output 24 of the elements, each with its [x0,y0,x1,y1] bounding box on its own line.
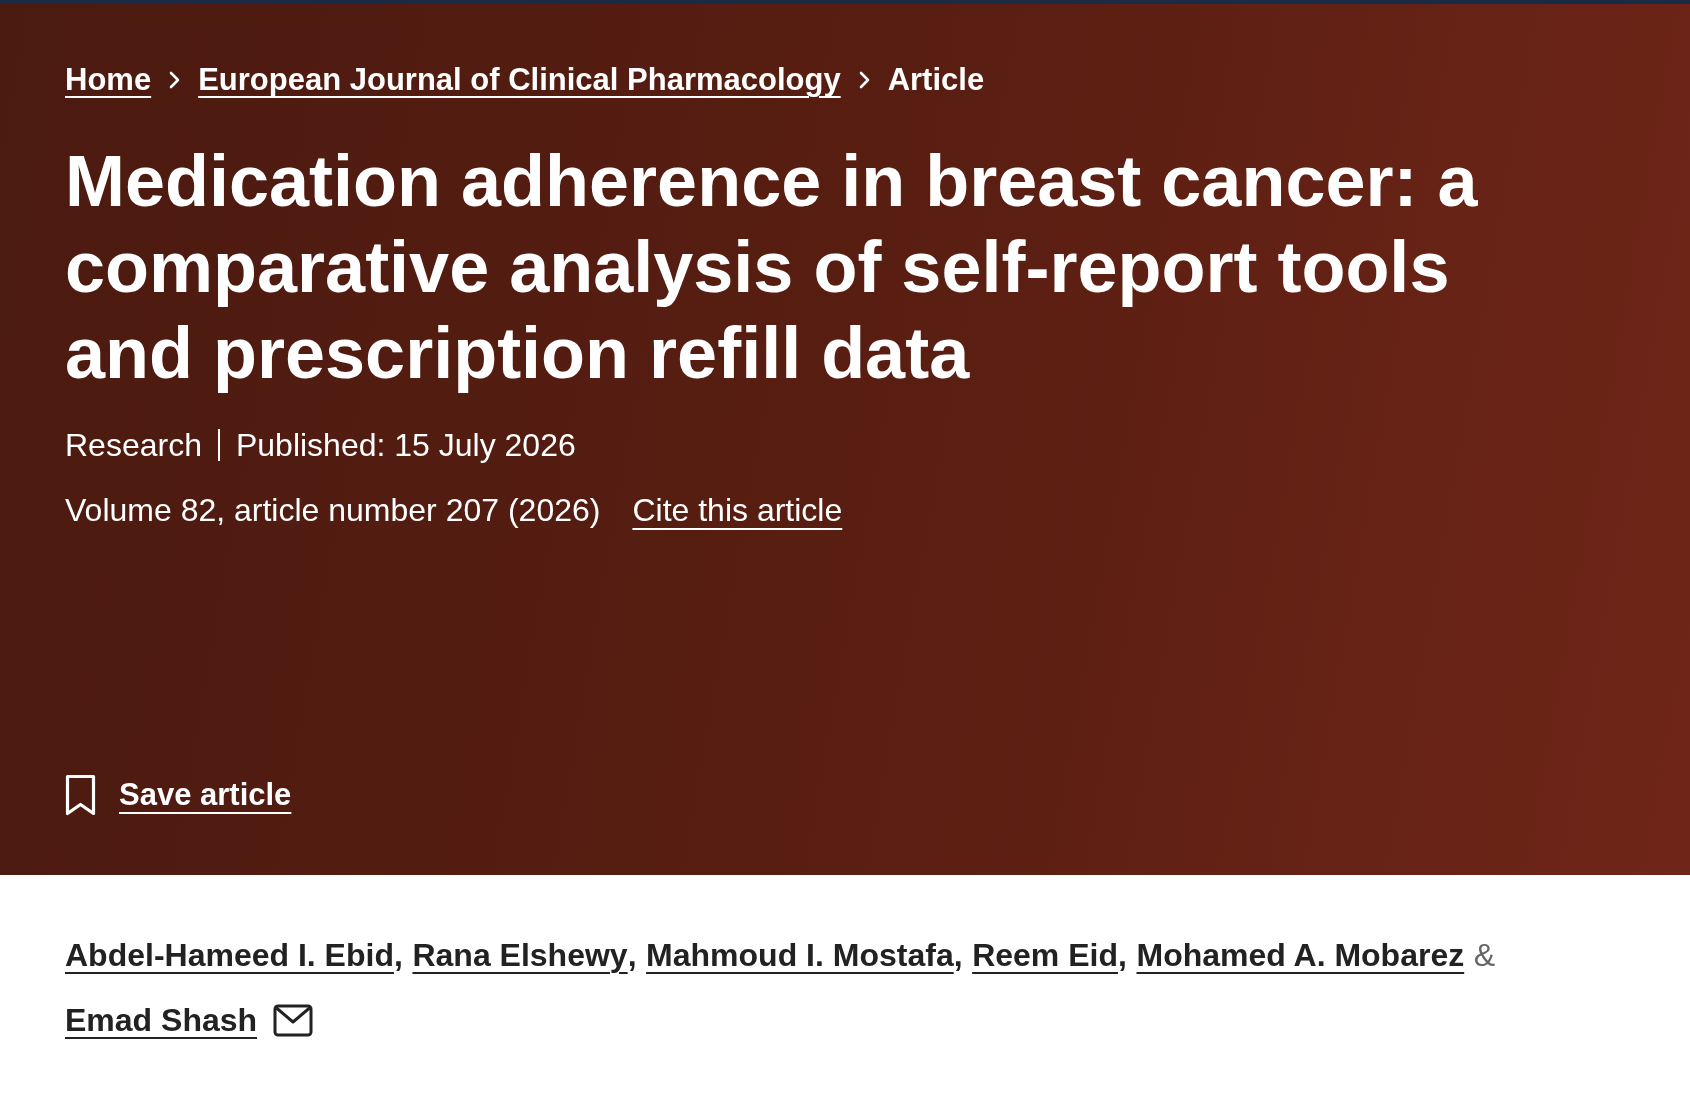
breadcrumb-link[interactable]: Home [65,60,152,100]
chevron-right-icon [169,71,181,89]
publish-date: Published: 15 July 2026 [235,426,576,465]
breadcrumb-current: Article [887,61,985,99]
author-link[interactable]: Mahmoud I. Mostafa [646,935,954,975]
article-title: Medication adherence in breast cancer: a comparative analysis of self-report tools and prescription refill data [65,140,1479,395]
author-separator: , [953,936,963,975]
chevron-right-icon [858,71,870,89]
author-link[interactable]: Reem Eid [972,935,1118,975]
author-link[interactable]: Abdel-Hameed I. Ebid [65,935,394,975]
author-link[interactable]: Emad Shash [65,1000,258,1040]
author-link[interactable]: Rana Elshewy [412,935,628,975]
article-type: Research [65,426,202,465]
author-separator: , [393,936,403,975]
author-link[interactable]: Mohamed A. Mobarez [1136,935,1465,975]
bookmark-icon [65,774,96,816]
author-separator: & [1473,936,1496,975]
author-separator: , [1118,936,1127,975]
author-separator: , [627,936,637,975]
save-article-button[interactable]: Save article [65,773,292,817]
mail-icon[interactable] [273,1003,314,1037]
citation-text: Volume 82, article number 207 (2026) [65,491,601,530]
cite-link[interactable]: Cite this article [632,490,843,530]
breadcrumb-link[interactable]: European Journal of Clinical Pharmacology [198,60,841,100]
